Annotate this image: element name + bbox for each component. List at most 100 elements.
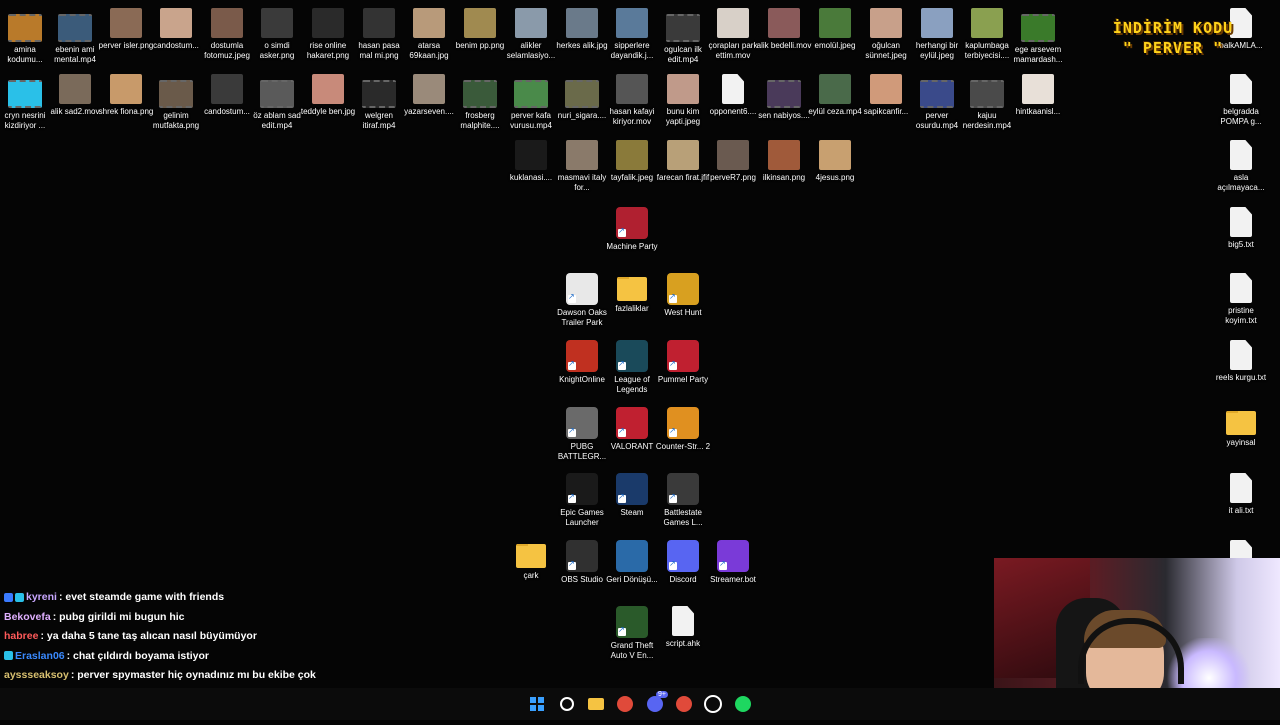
desktop-icon-o-ulcan-s-nnet-jpeg[interactable]: oğulcan sünnet.jpeg xyxy=(861,8,911,61)
image-thumbnail-icon xyxy=(819,8,851,38)
desktop-icon-ogulcan-ilk-edit-mp4[interactable]: ogulcan ilk edit.mp4 xyxy=(658,8,708,65)
chrome-profile-icon[interactable] xyxy=(674,694,694,714)
desktop-icon-obs-studio[interactable]: OBS Studio xyxy=(557,540,607,585)
promo-overlay: İNDİRİM KODU " PERVER " xyxy=(1098,18,1248,58)
file-explorer-icon[interactable] xyxy=(586,694,606,714)
desktop-icon-steam[interactable]: Steam xyxy=(607,473,657,518)
chat-username: habree xyxy=(4,630,39,642)
desktop-icon-belgradda-pompa-g[interactable]: belgradda POMPA g... xyxy=(1216,74,1266,127)
desktop-icon-label: alik bedelli.mov xyxy=(756,41,812,50)
desktop-icon-label: yayinsal xyxy=(1226,438,1256,447)
desktop-icon-nuri-sigara[interactable]: nuri_sigara.... xyxy=(557,74,607,121)
desktop-icon-benim-pp-png[interactable]: benim pp.png xyxy=(455,8,505,51)
desktop-icon-alik-sad2-mov[interactable]: alik sad2.mov xyxy=(50,74,100,117)
desktop-icon-pummel-party[interactable]: Pummel Party xyxy=(658,340,708,385)
desktop-icon-league-of-legends[interactable]: League of Legends xyxy=(607,340,657,395)
desktop-icon-asla-a-lmayaca[interactable]: asla açılmayaca... xyxy=(1216,140,1266,193)
desktop-icon-oraplar-park-ettim-mov[interactable]: çorapları park ettim.mov xyxy=(708,8,758,61)
desktop-icon-perver-osurdu-mp4[interactable]: perver osurdu.mp4 xyxy=(912,74,962,131)
desktop-icon-rise-online-hakaret-png[interactable]: rise online hakaret.png xyxy=(303,8,353,61)
desktop-icon-sen-nabiyos[interactable]: sen nabiyos.... xyxy=(758,74,810,121)
desktop-icon-amina-kodumu[interactable]: amina kodumu... xyxy=(0,8,50,65)
chat-text: : evet steamde game with friends xyxy=(58,591,225,603)
desktop-icon-sapikcanfir[interactable]: sapikcanfir... xyxy=(861,74,911,117)
desktop-icon-machine-party[interactable]: Machine Party xyxy=(606,207,658,252)
desktop-icon-candostum[interactable]: candostum... xyxy=(202,74,252,117)
desktop-icon-valorant[interactable]: VALORANT xyxy=(607,407,657,452)
desktop-icon-geri-d-n[interactable]: Geri Dönüşü... xyxy=(606,540,658,585)
desktop-icon-label: çorapları park ettim.mov xyxy=(708,41,758,60)
desktop-icon-farecan-firat-jfif[interactable]: farecan firat.jfif xyxy=(657,140,709,183)
desktop-icon-kuklanasi[interactable]: kuklanasi.... xyxy=(506,140,556,183)
desktop-icon-atarsa-69kaan-jpg[interactable]: atarsa 69kaan.jpg xyxy=(404,8,454,61)
desktop-icon-epic-games-launcher[interactable]: Epic Games Launcher xyxy=(557,473,607,528)
image-thumbnail-icon xyxy=(110,8,142,38)
desktop-icon-yazarseven[interactable]: yazarseven.... xyxy=(404,74,454,117)
desktop-icon-alik-bedelli-mov[interactable]: alik bedelli.mov xyxy=(756,8,812,51)
desktop-icon-label: rise online hakaret.png xyxy=(306,41,350,60)
desktop-icon-counter-str-2[interactable]: Counter-Str... 2 xyxy=(656,407,710,452)
obs-icon[interactable] xyxy=(703,694,723,714)
desktop-icon-teddyle-ben-jpg[interactable]: teddyle ben.jpg xyxy=(301,74,355,117)
desktop-icon-grand-theft-auto-v-en[interactable]: Grand Theft Auto V En... xyxy=(607,606,657,661)
desktop-icon-ege-arsevem-mamardash[interactable]: ege arsevem mamardash... xyxy=(1013,8,1063,65)
desktop-icon-masmavi-italy-for[interactable]: masmavi italy for... xyxy=(557,140,607,193)
spotify-icon[interactable] xyxy=(733,694,753,714)
desktop-icon-z-ablam-sad-edit-mp4[interactable]: öz ablam sad edit.mp4 xyxy=(252,74,302,131)
app-icon xyxy=(667,273,699,305)
desktop-icon-gelinim-mutfakta-png[interactable]: gelinim mutfakta.png xyxy=(151,74,201,131)
desktop-icon-shrek-fiona-png[interactable]: shrek fiona.png xyxy=(99,74,153,117)
desktop-icon-streamer-bot[interactable]: Streamer.bot xyxy=(708,540,758,585)
desktop-icon-alikler-selamlasiyo[interactable]: alikler selamlasiyo... xyxy=(506,8,556,61)
desktop-icon-sipperlere-dayandik-j[interactable]: sipperlere dayandik.j... xyxy=(607,8,657,61)
desktop-icon-battlestate-games-l[interactable]: Battlestate Games L... xyxy=(658,473,708,528)
desktop-icon-west-hunt[interactable]: West Hunt xyxy=(658,273,708,318)
desktop-icon-knightonline[interactable]: KnightOnline xyxy=(557,340,607,385)
desktop-icon-cryn-nesrini-kizdiriyor[interactable]: cryn nesrini kizdiriyor ... xyxy=(0,74,50,131)
shortcut-arrow-icon xyxy=(618,226,626,237)
desktop-icon-herkes-alik-jpg[interactable]: herkes alik.jpg xyxy=(556,8,608,51)
desktop-icon-pristine-koyim-txt[interactable]: pristine koyim.txt xyxy=(1216,273,1266,326)
chrome-icon[interactable] xyxy=(615,694,635,714)
desktop-icon-tayfalik-jpeg[interactable]: tayfalik.jpeg xyxy=(607,140,657,183)
app-icon xyxy=(566,273,598,305)
desktop-icon-bunu-kim-yapti-jpeg[interactable]: bunu kim yapti.jpeg xyxy=(658,74,708,127)
desktop-icon-label: West Hunt xyxy=(664,308,702,317)
desktop-icon-ilkinsan-png[interactable]: ilkinsan.png xyxy=(759,140,809,183)
desktop-icon-hasan-kafayi-kiriyor-mov[interactable]: hasan kafayi kiriyor.mov xyxy=(607,74,657,127)
desktop-icon-dawson-oaks-trailer-park[interactable]: Dawson Oaks Trailer Park xyxy=(557,273,607,328)
desktop-icon-4jesus-png[interactable]: 4jesus.png xyxy=(810,140,860,183)
desktop-icon-perver-kafa-vurusu-mp4[interactable]: perver kafa vurusu.mp4 xyxy=(506,74,556,131)
search-icon[interactable] xyxy=(557,694,577,714)
desktop-icon-eyl-l-ceza-mp4[interactable]: eylül ceza.mp4 xyxy=(808,74,862,117)
desktop-icon-kajuu-nerdesin-mp4[interactable]: kajuu nerdesin.mp4 xyxy=(962,74,1012,131)
discord-icon[interactable]: 9+ xyxy=(645,691,668,714)
desktop-icon-hasan-pasa-mal-mi-png[interactable]: hasan pasa mal mi.png xyxy=(354,8,404,61)
desktop-icon-fazlaliklar[interactable]: fazlaliklar xyxy=(607,273,657,314)
desktop-icon-o-simdi-asker-png[interactable]: o simdi asker.png xyxy=(252,8,302,61)
desktop-icon-discord[interactable]: Discord xyxy=(658,540,708,585)
desktop-icon-perver-isler-png[interactable]: perver isler.png xyxy=(99,8,153,51)
desktop-icon-script-ahk[interactable]: script.ahk xyxy=(658,606,708,649)
desktop-icon-ark[interactable]: çark xyxy=(506,540,556,581)
shortcut-arrow-icon xyxy=(568,359,576,370)
desktop-icon-big5-txt[interactable]: big5.txt xyxy=(1216,207,1266,250)
video-thumbnail-icon xyxy=(1021,14,1055,42)
desktop-icon-yayinsal[interactable]: yayinsal xyxy=(1216,407,1266,448)
desktop-icon-reels-kurgu-txt[interactable]: reels kurgu.txt xyxy=(1216,340,1266,383)
desktop-icon-pubg-battlegr[interactable]: PUBG BATTLEGR... xyxy=(557,407,607,462)
desktop-icon-hintkaanisl[interactable]: hintkaanisl... xyxy=(1013,74,1063,117)
start-icon[interactable] xyxy=(527,694,547,714)
desktop-icon-ebenin-ami-mental-mp4[interactable]: ebenin ami mental.mp4 xyxy=(50,8,100,65)
desktop-icon-label: fazlaliklar xyxy=(615,304,649,313)
desktop-icon-frosberg-malphite[interactable]: frosberg malphite.... xyxy=(455,74,505,131)
desktop-icon-opponent6[interactable]: opponent6.... xyxy=(708,74,758,117)
desktop-icon-herhangi-bir-eyl-l-jpeg[interactable]: herhangi bir eylül.jpeg xyxy=(912,8,962,61)
desktop-icon-dostumla-fotomuz-jpeg[interactable]: dostumla fotomuz.jpeg xyxy=(202,8,252,61)
desktop-icon-kaplumbaga-terbiyecisi[interactable]: kaplumbaga terbiyecisi.... xyxy=(962,8,1012,61)
desktop-icon-it-ali-txt[interactable]: it ali.txt xyxy=(1216,473,1266,516)
desktop-icon-emol-l-jpeg[interactable]: emolül.jpeg xyxy=(810,8,860,51)
desktop-icon-candostum[interactable]: candostum... xyxy=(151,8,201,51)
desktop-icon-welgren-itiraf-mp4[interactable]: welgren itiraf.mp4 xyxy=(354,74,404,131)
desktop-icon-perver7-png[interactable]: perveR7.png xyxy=(708,140,758,183)
